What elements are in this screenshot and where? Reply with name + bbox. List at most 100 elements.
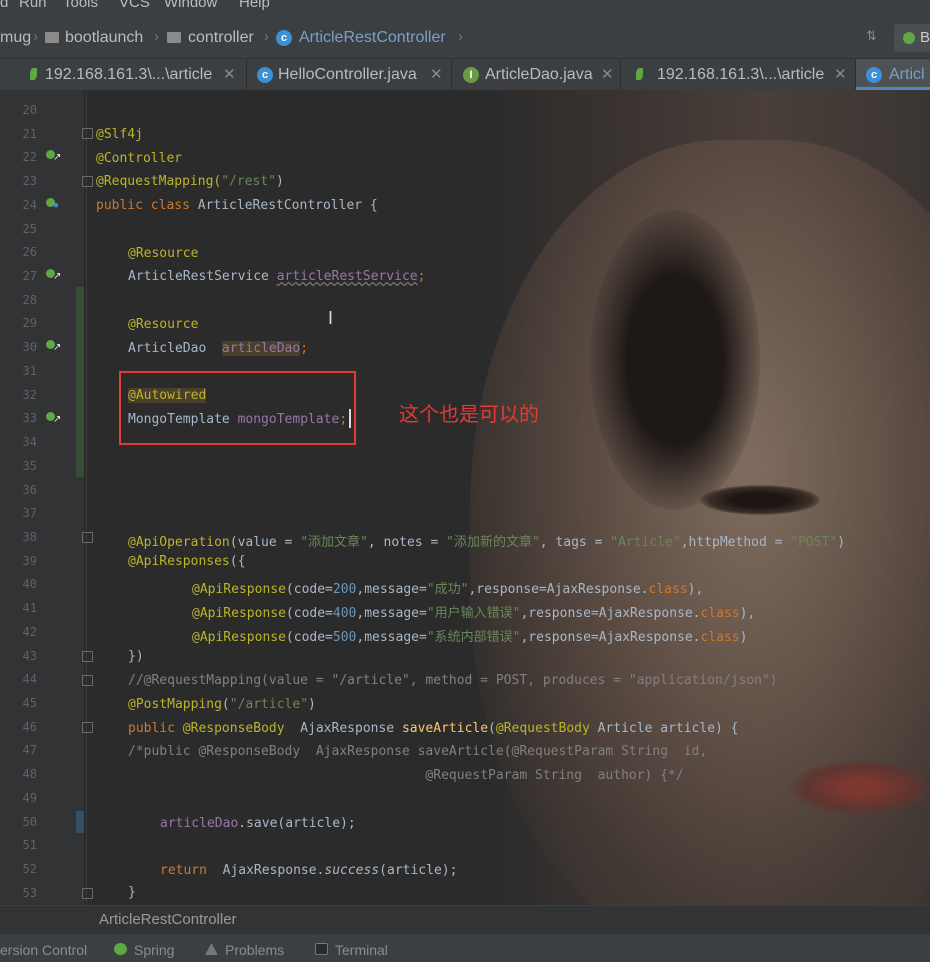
code-line-40[interactable]: @ApiResponse(code=200,message="成功",respo… [192, 578, 703, 597]
code-line-53[interactable]: } [128, 885, 136, 900]
line-number[interactable]: 35 [0, 459, 37, 473]
line-number[interactable]: 20 [0, 103, 37, 117]
line-number[interactable]: 27 [0, 269, 37, 283]
close-icon[interactable]: ✕ [834, 65, 847, 83]
line-number[interactable]: 32 [0, 388, 37, 402]
change-marker[interactable] [76, 811, 84, 833]
code-line-48[interactable]: @RequestParam String author) {*/ [128, 768, 683, 783]
menu-item-run[interactable]: Run [19, 0, 47, 10]
menu-item-help[interactable]: Help [239, 0, 270, 10]
tab-mongo-article-2[interactable]: 192.168.161.3\...\article ✕ [621, 59, 855, 90]
close-icon[interactable]: ✕ [601, 65, 614, 83]
line-number[interactable]: 31 [0, 364, 37, 378]
line-number[interactable]: 37 [0, 506, 37, 520]
code-line-45[interactable]: @PostMapping("/article") [128, 697, 316, 712]
line-number[interactable]: 41 [0, 601, 37, 615]
code-line-30[interactable]: ArticleDao articleDao; [128, 341, 308, 356]
line-number[interactable]: 29 [0, 316, 37, 330]
menu-item-tools[interactable]: Tools [63, 0, 98, 10]
code-line-38[interactable]: @ApiOperation(value = "添加文章", notes = "添… [128, 531, 845, 550]
line-number[interactable]: 46 [0, 720, 37, 734]
breadcrumb-bootlaunch[interactable]: bootlaunch [65, 29, 143, 47]
code-line-23[interactable]: @RequestMapping("/rest") [96, 174, 284, 189]
run-config-button[interactable]: B [894, 24, 930, 52]
line-number[interactable]: 38 [0, 530, 37, 544]
editor-gutter[interactable] [0, 90, 84, 905]
line-number[interactable]: 22 [0, 150, 37, 164]
line-number[interactable]: 43 [0, 649, 37, 663]
breadcrumb-controller[interactable]: controller [188, 29, 254, 47]
close-icon[interactable]: ✕ [223, 65, 236, 83]
line-number[interactable]: 52 [0, 862, 37, 876]
line-number[interactable]: 39 [0, 554, 37, 568]
menu-item-window[interactable]: Window [164, 0, 217, 10]
code-line-21[interactable]: @Slf4j [96, 127, 143, 142]
bean-navigate-icon[interactable]: ↗ [46, 269, 61, 282]
code-line-42[interactable]: @ApiResponse(code=500,message="系统内部错误",r… [192, 626, 747, 645]
breadcrumb-class[interactable]: ArticleRestController [299, 29, 446, 47]
spring-icon [903, 32, 915, 44]
change-marker[interactable] [76, 287, 84, 477]
code-line-26[interactable]: @Resource [128, 246, 198, 261]
line-number[interactable]: 36 [0, 483, 37, 497]
line-number[interactable]: 21 [0, 127, 37, 141]
bean-class-icon[interactable]: ● [46, 198, 60, 211]
close-icon[interactable]: ✕ [430, 65, 443, 83]
tab-mongo-article-1[interactable]: 192.168.161.3\...\article ✕ [12, 59, 246, 90]
tool-version-control[interactable]: ersion Control [0, 942, 87, 958]
tab-label: ArticleDao.java [485, 66, 593, 83]
code-line-52[interactable]: return AjaxResponse.success(article); [160, 863, 457, 878]
tab-articlerestcontroller[interactable]: c Articl [856, 59, 930, 90]
line-number[interactable]: 34 [0, 435, 37, 449]
code-line-24[interactable]: public class ArticleRestController { [96, 198, 378, 213]
bean-navigate-icon[interactable]: ↗ [46, 412, 61, 425]
line-number[interactable]: 26 [0, 245, 37, 259]
code-line-27[interactable]: ArticleRestService articleRestService; [128, 269, 425, 284]
line-number[interactable]: 48 [0, 767, 37, 781]
fold-icon[interactable] [82, 128, 93, 139]
line-number[interactable]: 45 [0, 696, 37, 710]
code-line-29[interactable]: @Resource [128, 317, 198, 332]
fold-icon[interactable] [82, 176, 93, 187]
structure-breadcrumb-class[interactable]: ArticleRestController [99, 911, 237, 928]
fold-icon[interactable] [82, 722, 93, 733]
code-line-22[interactable]: @Controller [96, 151, 182, 166]
line-number[interactable]: 51 [0, 838, 37, 852]
line-number[interactable]: 28 [0, 293, 37, 307]
line-number[interactable]: 40 [0, 577, 37, 591]
line-number[interactable]: 33 [0, 411, 37, 425]
code-line-47[interactable]: /*public @ResponseBody AjaxResponse save… [128, 744, 707, 759]
line-number[interactable]: 44 [0, 672, 37, 686]
tool-problems[interactable]: Problems [225, 942, 284, 958]
line-number[interactable]: 50 [0, 815, 37, 829]
code-line-44[interactable]: //@RequestMapping(value = "/article", me… [128, 673, 778, 688]
line-number[interactable]: 53 [0, 886, 37, 900]
folder-icon [167, 32, 181, 43]
line-number[interactable]: 49 [0, 791, 37, 805]
bean-navigate-icon[interactable]: ↗ [46, 150, 61, 163]
tab-articledao[interactable]: I ArticleDao.java ✕ [452, 59, 620, 90]
line-number[interactable]: 24 [0, 198, 37, 212]
line-number[interactable]: 42 [0, 625, 37, 639]
bean-navigate-icon[interactable]: ↗ [46, 340, 61, 353]
code-line-43[interactable]: }) [128, 649, 144, 664]
line-number[interactable]: 25 [0, 222, 37, 236]
line-number[interactable]: 47 [0, 743, 37, 757]
code-line-46[interactable]: public @ResponseBody AjaxResponse saveAr… [128, 721, 739, 736]
code-line-41[interactable]: @ApiResponse(code=400,message="用户输入错误",r… [192, 602, 755, 621]
line-number[interactable]: 23 [0, 174, 37, 188]
fold-icon[interactable] [82, 675, 93, 686]
vcs-update-icon[interactable]: ⇅ [866, 28, 877, 44]
menu-item-d[interactable]: d [0, 0, 8, 10]
menu-item-vcs[interactable]: VCS [119, 0, 150, 10]
fold-icon[interactable] [82, 888, 93, 899]
code-line-50[interactable]: articleDao.save(article); [160, 816, 356, 831]
tool-terminal[interactable]: Terminal [335, 942, 388, 958]
tab-hellocontroller[interactable]: c HelloController.java ✕ [247, 59, 451, 90]
breadcrumb-project[interactable]: mug [0, 29, 31, 47]
fold-icon[interactable] [82, 532, 93, 543]
tool-spring[interactable]: Spring [134, 942, 174, 958]
line-number[interactable]: 30 [0, 340, 37, 354]
fold-icon[interactable] [82, 651, 93, 662]
code-line-39[interactable]: @ApiResponses({ [128, 554, 245, 569]
